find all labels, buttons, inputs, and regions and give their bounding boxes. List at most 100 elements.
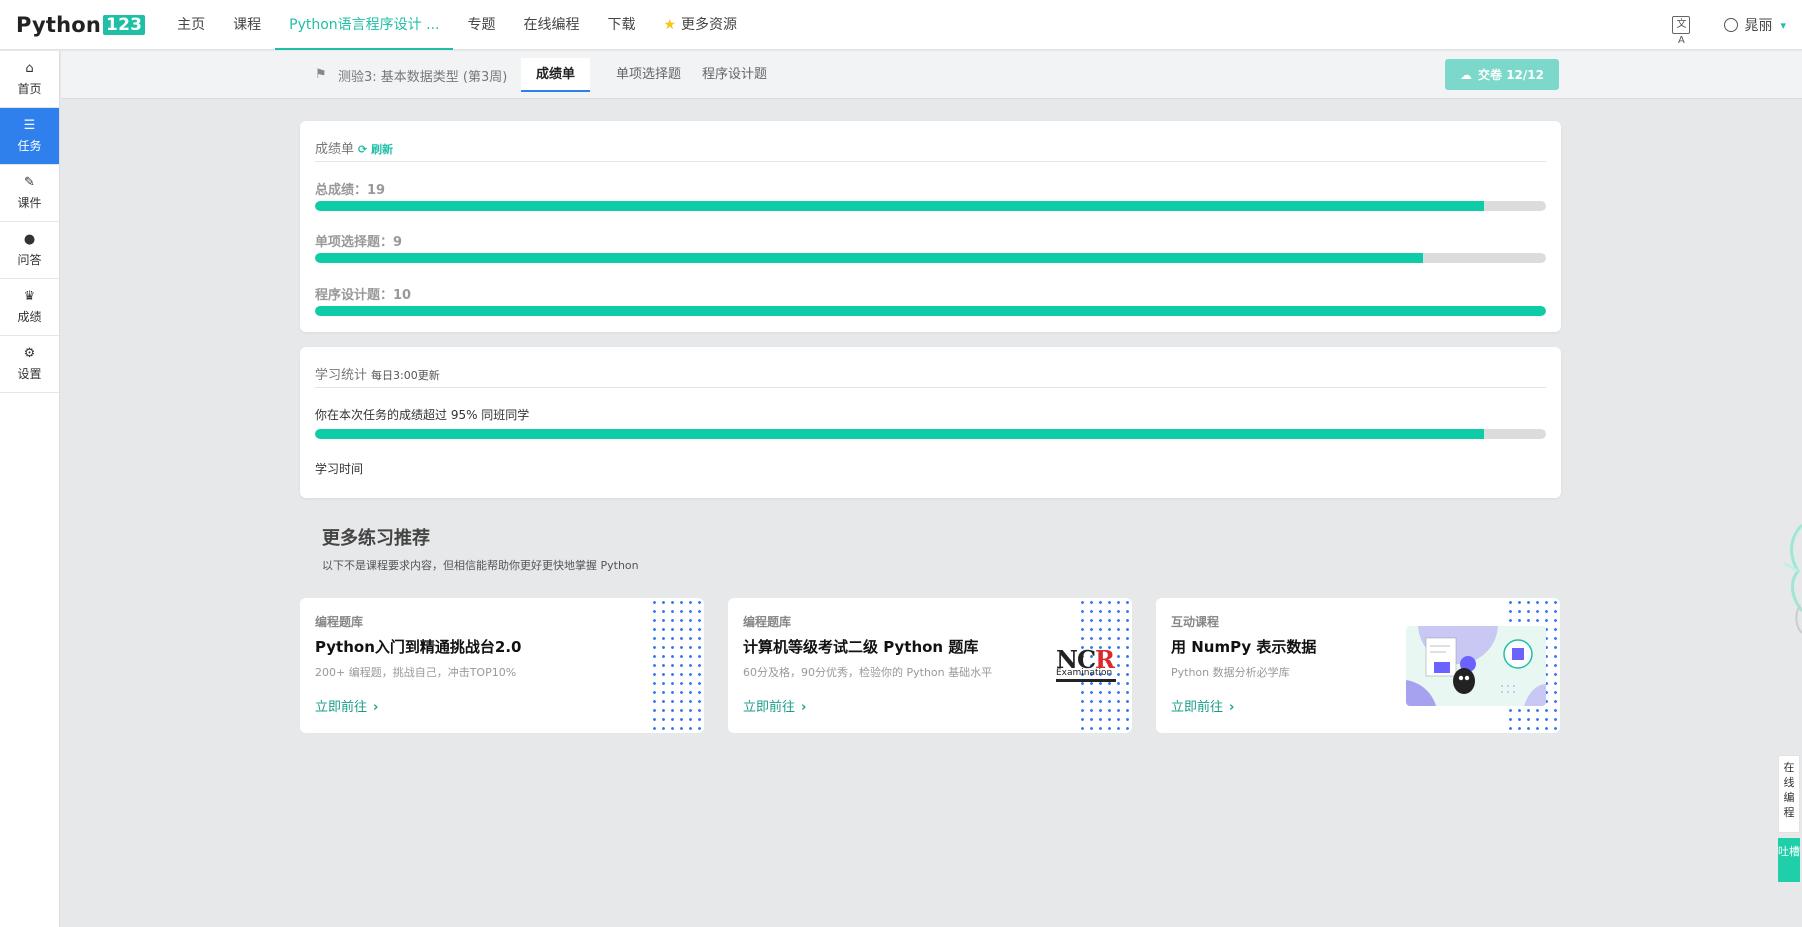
nav-download[interactable]: 下载 [593,0,649,50]
learning-stats-card: 学习统计 每日3:00更新 你在本次任务的成绩超过 95% 同班同学 学习时间 [300,347,1561,498]
plant-decoration [1776,515,1802,645]
total-score-fill [315,201,1485,211]
sidebar-item-settings[interactable]: ⚙ 设置 [0,336,59,393]
submit-button[interactable]: ☁ 交卷 12/12 [1445,59,1559,90]
go-now-label: 立即前往 [1171,700,1224,715]
user-circle-icon [1724,18,1739,32]
top-navbar: Python 123 主页 课程 Python语言程序设计 ... 专题 在线编… [0,0,1802,50]
card-category: 编程题库 [315,615,364,629]
recommend-card-challenge[interactable]: 编程题库 Python入门到精通挑战台2.0 200+ 编程题，挑战自己，冲击T… [300,598,704,733]
recommend-card-numpy[interactable]: 互动课程 用 NumPy 表示数据 Python 数据分析必学库 立即前往 › [1156,598,1560,733]
logo-text: Python [16,12,102,37]
refresh-label: 刷新 [371,143,394,156]
feedback-float-button[interactable]: 吐槽 [1778,838,1800,882]
user-name: 晁丽 [1744,18,1773,34]
card-title: 计算机等级考试二级 Python 题库 [743,638,979,656]
list-icon: ☰ [23,117,36,133]
nav-topics[interactable]: 专题 [453,0,509,50]
tab-single-choice[interactable]: 单项选择题 [601,58,696,92]
nav-home[interactable]: 主页 [163,0,219,50]
score-card: 成绩单 ⟳ 刷新 总成绩：19 单项选择题：9 程序设计题：10 [300,121,1561,332]
python123-logo[interactable]: Python 123 [16,12,146,37]
more-practice-title: 更多练习推荐 [322,528,430,549]
user-menu[interactable]: 晁丽 ▾ [1724,15,1786,35]
total-score-label: 总成绩：19 [315,183,386,198]
stats-card-subtitle: 每日3:00更新 [371,369,440,382]
stats-card-header: 学习统计 每日3:00更新 [315,364,1546,388]
dot-pattern-decoration [650,598,704,733]
ncre-logo: NCR Examination [1056,648,1116,684]
trophy-icon: ♛ [23,288,36,304]
flag-icon: ⚑ [315,67,327,82]
tab-programming[interactable]: 程序设计题 [687,58,782,92]
programming-score-label: 程序设计题：10 [315,288,412,303]
more-practice-subtitle: 以下不是课程要求内容，但相信能帮助你更好更快地掌握 Python [322,559,639,572]
programming-score-bar [315,306,1546,316]
ncre-logo-subtitle: Examination [1056,668,1113,678]
top-right-controls: 文A 晁丽 ▾ [1672,0,1786,50]
submit-label: 交卷 12/12 [1478,68,1544,82]
chevron-right-icon: › [373,700,379,715]
sidebar-item-courseware[interactable]: ✎ 课件 [0,165,59,222]
nav-current-course[interactable]: Python语言程序设计 ... [275,0,454,50]
card-title: 用 NumPy 表示数据 [1171,638,1317,656]
online-coding-float-button[interactable]: 在线编程 [1778,755,1800,833]
recommend-card-ncre[interactable]: 编程题库 计算机等级考试二级 Python 题库 60分及格，90分优秀，检验你… [728,598,1132,733]
single-choice-score-label: 单项选择题：9 [315,235,403,250]
sidebar-item-qa[interactable]: ● 问答 [0,222,59,279]
exceed-fill [315,429,1485,439]
card-description: 200+ 编程题，挑战自己，冲击TOP10% [315,666,517,679]
sidebar-item-label: 设置 [17,366,42,381]
exceed-text: 你在本次任务的成绩超过 95% 同班同学 [315,408,530,422]
sidebar-item-label: 成绩 [17,309,42,324]
logo-number: 123 [103,14,146,35]
score-card-header: 成绩单 ⟳ 刷新 [315,138,1546,162]
go-now-link[interactable]: 立即前往 › [1171,696,1234,715]
exceed-bar [315,429,1546,439]
translate-icon[interactable]: 文A [1672,16,1691,46]
comments-icon: ● [23,231,36,247]
refresh-link[interactable]: ⟳ 刷新 [358,143,393,156]
nav-courses[interactable]: 课程 [219,0,275,50]
sidebar-item-tasks[interactable]: ☰ 任务 [0,108,59,165]
chevron-down-icon: ▾ [1780,18,1786,32]
numpy-illustration [1406,626,1546,706]
sidebar-item-label: 首页 [17,81,42,96]
stats-card-title: 学习统计 [315,368,368,383]
study-time-label: 学习时间 [315,462,364,476]
paperclip-icon: ✎ [24,174,35,190]
gear-icon: ⚙ [23,345,36,361]
home-icon: ⌂ [25,60,34,76]
chevron-right-icon: › [801,700,807,715]
card-description: 60分及格，90分优秀，检验你的 Python 基础水平 [743,666,993,679]
programming-score-fill [315,306,1546,316]
score-card-title: 成绩单 [315,142,355,157]
nav-more-resources[interactable]: ★ 更多资源 [649,0,751,50]
go-now-link[interactable]: 立即前往 › [315,696,378,715]
quiz-tab-strip: ⚑ 测验3: 基本数据类型 (第3周) 成绩单 单项选择题 程序设计题 ☁ 交卷… [61,51,1802,99]
single-choice-score-fill [315,253,1423,263]
sidebar-item-label: 问答 [17,252,42,267]
card-category: 编程题库 [743,615,792,629]
quiz-title: 测验3: 基本数据类型 (第3周) [338,70,508,85]
sidebar-item-label: 课件 [17,195,42,210]
card-category: 互动课程 [1171,615,1220,629]
cloud-upload-icon: ☁ [1460,67,1473,82]
chevron-right-icon: › [1229,700,1235,715]
star-icon: ★ [663,16,677,33]
nav-online-coding[interactable]: 在线编程 [509,0,593,50]
nav-more-resources-label: 更多资源 [681,16,738,33]
single-choice-score-bar [315,253,1546,263]
sidebar-item-grades[interactable]: ♛ 成绩 [0,279,59,336]
sidebar-item-label: 任务 [17,138,42,153]
go-now-label: 立即前往 [743,700,796,715]
go-now-link[interactable]: 立即前往 › [743,696,806,715]
sidebar-item-home[interactable]: ⌂ 首页 [0,51,59,108]
tab-scores[interactable]: 成绩单 [521,58,591,92]
go-now-label: 立即前往 [315,700,368,715]
total-score-bar [315,201,1546,211]
card-description: Python 数据分析必学库 [1171,666,1290,679]
card-title: Python入门到精通挑战台2.0 [315,638,522,656]
left-sidebar: ⌂ 首页 ☰ 任务 ✎ 课件 ● 问答 ♛ 成绩 ⚙ 设置 [0,51,60,927]
main-nav: 主页 课程 Python语言程序设计 ... 专题 在线编程 下载 ★ 更多资源 [163,0,751,50]
